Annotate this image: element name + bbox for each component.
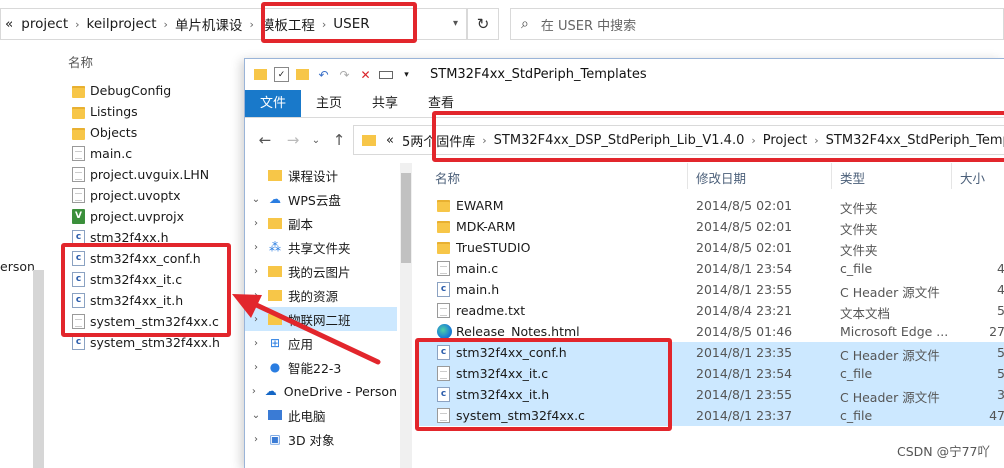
watermark: CSDN @宁77吖 [896, 444, 990, 459]
screenshot-stage: « project › keilproject › 单片机课设 › 模板工程 ›… [0, 0, 1004, 468]
annotation-arrow [232, 294, 381, 365]
